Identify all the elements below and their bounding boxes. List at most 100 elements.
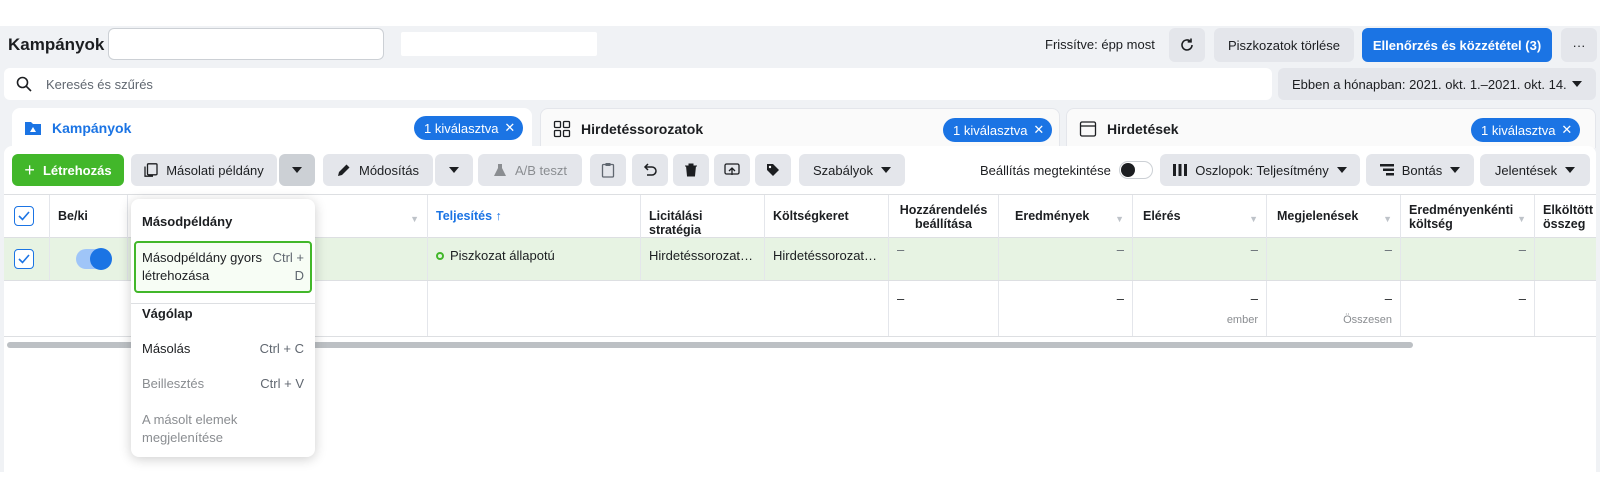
row-reach-cell: – [1133, 238, 1267, 280]
row-spent-cell [1535, 238, 1596, 280]
columns-label: Oszlopok: Teljesítmény [1195, 162, 1329, 178]
grid-icon [553, 120, 571, 138]
close-icon[interactable]: ✕ [504, 120, 515, 136]
caret-down-icon [1572, 81, 1582, 87]
ad-window-icon [1079, 121, 1097, 137]
col-cost-per-result[interactable]: Eredményenkénti költség ▼ [1401, 195, 1535, 238]
row-select-cell [4, 238, 50, 280]
col-bid-strategy[interactable]: Licitálási stratégia [641, 195, 765, 238]
trash-icon [685, 163, 697, 177]
campaign-name-input[interactable] [108, 28, 384, 60]
menu-item-paste[interactable]: Beillesztés Ctrl + V [142, 376, 304, 391]
search-icon [16, 76, 32, 92]
check-icon [18, 254, 30, 264]
on-off-toggle[interactable] [76, 248, 112, 270]
col-delivery[interactable]: Teljesítés ↑ [428, 195, 641, 238]
pencil-icon [338, 164, 350, 176]
ab-test-label: A/B teszt [514, 162, 568, 178]
row-delivery-cell: Piszkozat állapotú [428, 238, 641, 280]
select-all-checkbox[interactable] [14, 206, 34, 226]
col-amount-spent[interactable]: Elköltött összeg [1535, 195, 1596, 238]
menu-section-duplicate: Másodpéldány [142, 214, 233, 229]
more-button[interactable]: ··· [1561, 28, 1597, 62]
columns-button[interactable]: Oszlopok: Teljesítmény [1160, 154, 1360, 186]
col-attribution[interactable]: Hozzárendelés beállítása [889, 195, 999, 238]
close-icon[interactable]: ✕ [1033, 122, 1044, 138]
selected-badge[interactable]: 1 kiválasztva ✕ [943, 118, 1053, 142]
refresh-button[interactable] [1169, 28, 1205, 62]
summary-spacer-cell [428, 281, 889, 336]
create-button[interactable]: + Létrehozás [12, 154, 124, 186]
toggle-knob [1121, 163, 1135, 177]
duplicate-button[interactable]: Másolati példány [131, 154, 277, 186]
undo-icon [643, 163, 657, 176]
breakdown-icon [1379, 164, 1394, 176]
view-setup-toggle[interactable] [1117, 154, 1155, 186]
col-label: Eredményenkénti költség [1409, 203, 1514, 231]
share-icon [724, 163, 740, 175]
menu-item-shortcut: Ctrl + C [259, 341, 304, 356]
breakdown-label: Bontás [1401, 162, 1443, 178]
discard-drafts-button[interactable]: Piszkozatok törlése [1214, 28, 1354, 62]
menu-item-show-copied[interactable]: A másolt elemek megjelenítése [142, 411, 282, 447]
caret-down-icon [1336, 167, 1347, 173]
menu-item-shortcut: Ctrl + V [260, 376, 304, 391]
ab-test-button[interactable]: A/B teszt [478, 154, 582, 186]
menu-divider [131, 303, 315, 304]
duplicate-menu: Másodpéldány Másodpéldány gyors létrehoz… [131, 199, 315, 457]
duplicate-dropdown-button[interactable] [279, 154, 315, 186]
row-bid-strategy-cell: Hirdetéssorozat… [641, 238, 765, 280]
col-reach[interactable]: Elérés ▼ [1133, 195, 1267, 238]
ads-manager: Kampányok Frissítve: épp most Piszkozato… [0, 26, 1600, 472]
columns-icon [1173, 164, 1188, 176]
row-impressions-cell: – [1267, 238, 1401, 280]
search-filter-input[interactable]: Keresés és szűrés [4, 68, 1272, 100]
selected-badge[interactable]: 1 kiválasztva ✕ [1471, 118, 1581, 142]
summary-cost-cell: – [1401, 281, 1535, 336]
tab-adsets[interactable]: Hirdetéssorozatok 1 kiválasztva ✕ [540, 108, 1060, 148]
flask-icon [493, 164, 506, 176]
share-button[interactable] [714, 154, 750, 186]
col-results[interactable]: Eredmények ▼ [999, 195, 1133, 238]
search-placeholder: Keresés és szűrés [46, 77, 153, 92]
caret-down-icon [292, 167, 302, 173]
undo-button[interactable] [632, 154, 668, 186]
clipboard-button[interactable] [590, 154, 626, 186]
sort-icon: ▼ [410, 214, 419, 224]
top-bar: Kampányok Frissítve: épp most Piszkozato… [0, 26, 1600, 64]
reports-button[interactable]: Jelentések [1480, 154, 1590, 186]
badge-label: 1 kiválasztva [1481, 122, 1556, 138]
menu-item-quick-duplicate[interactable]: Másodpéldány gyors létrehozása Ctrl + D [142, 249, 304, 285]
summary-reach-cell: – ember [1133, 281, 1267, 336]
summary-attribution-cell: – [889, 281, 999, 336]
tag-button[interactable] [755, 154, 791, 186]
refresh-icon [1181, 38, 1193, 51]
col-budget[interactable]: Költségkeret [765, 195, 889, 238]
summary-value: – [1250, 291, 1258, 306]
menu-item-copy[interactable]: Másolás Ctrl + C [142, 341, 304, 356]
check-icon [18, 211, 30, 221]
col-impressions[interactable]: Megjelenések ▼ [1267, 195, 1401, 238]
edit-dropdown-button[interactable] [435, 154, 473, 186]
col-onoff[interactable]: Be/ki [50, 195, 128, 238]
rules-button[interactable]: Szabályok [799, 154, 905, 186]
breakdown-button[interactable]: Bontás [1366, 154, 1474, 186]
row-budget-cell: Hirdetéssorozat… [765, 238, 889, 280]
review-publish-button[interactable]: Ellenőrzés és közzététel (3) [1362, 28, 1552, 62]
view-setup-label: Beállítás megtekintése [980, 162, 1111, 178]
create-label: Létrehozás [42, 162, 112, 178]
date-range-picker[interactable]: Ebben a hónapban: 2021. okt. 1.–2021. ok… [1278, 68, 1596, 100]
summary-spent-cell [1535, 281, 1596, 336]
menu-item-label: Beillesztés [142, 376, 205, 391]
delete-button[interactable] [673, 154, 709, 186]
edit-button[interactable]: Módosítás [323, 154, 433, 186]
selected-badge[interactable]: 1 kiválasztva ✕ [414, 116, 524, 140]
refresh-status: Frissítve: épp most [1045, 37, 1155, 52]
row-checkbox[interactable] [14, 249, 34, 269]
close-icon[interactable]: ✕ [1561, 122, 1572, 138]
tab-ads[interactable]: Hirdetések 1 kiválasztva ✕ [1066, 108, 1596, 148]
tab-label: Kampányok [52, 120, 132, 136]
sort-icon: ▼ [1383, 214, 1392, 224]
summary-unit: ember [1226, 314, 1258, 326]
menu-item-shortcut: Ctrl + D [272, 250, 304, 283]
